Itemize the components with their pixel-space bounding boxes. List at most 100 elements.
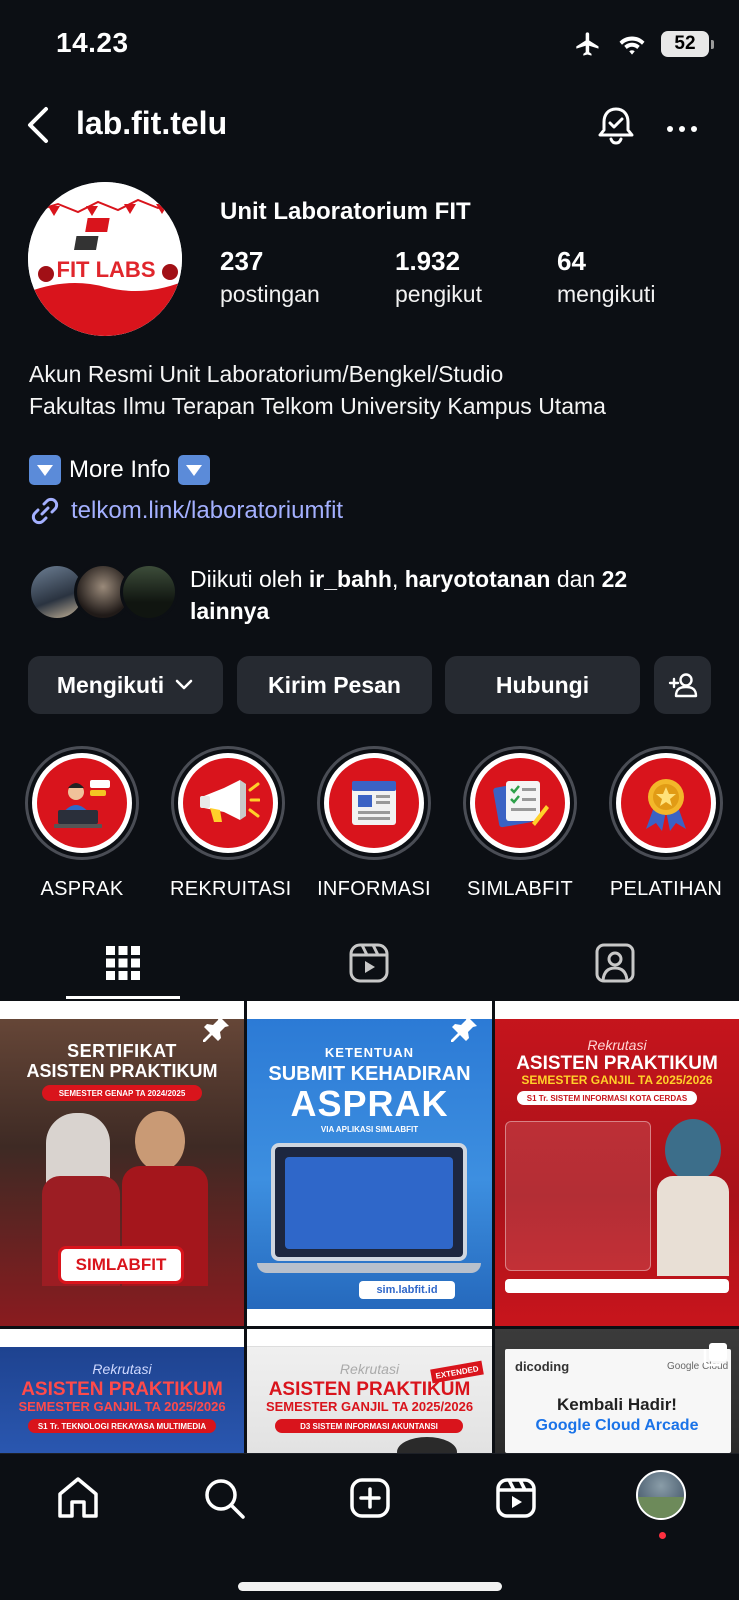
profile-link-text: telkom.link/laboratoriumfit bbox=[71, 497, 344, 524]
highlight-ring bbox=[171, 746, 285, 860]
followed-mid: dan bbox=[550, 566, 602, 592]
post-header-strip bbox=[495, 1001, 739, 1019]
post-cta: sim.labfit.id bbox=[359, 1281, 455, 1299]
bio-line-1: Akun Resmi Unit Laboratorium/Bengkel/Stu… bbox=[29, 361, 504, 387]
post-subtitle: VIA APLIKASI SIMLABFIT bbox=[320, 1125, 419, 1134]
post-thumbnail[interactable]: Rekrutasi ASISTEN PRAKTIKUM SEMESTER GAN… bbox=[495, 1001, 739, 1326]
reels-tab-icon[interactable] bbox=[344, 938, 394, 988]
followed-prefix: Diikuti oleh bbox=[190, 566, 309, 592]
highlight-label: PELATIHAN bbox=[609, 878, 723, 900]
profile-display-name: Unit Laboratorium FIT bbox=[220, 198, 471, 225]
stat-posts[interactable]: 237 postingan bbox=[220, 246, 320, 308]
post-header-strip bbox=[247, 1329, 492, 1347]
link-icon bbox=[31, 497, 59, 525]
followed-count: 22 bbox=[601, 566, 628, 592]
post-title-line: Rekrutasi bbox=[587, 1037, 647, 1053]
contact-button[interactable]: Hubungi bbox=[445, 656, 640, 714]
more-info-line: More Info bbox=[29, 455, 211, 485]
following-button-label: Mengikuti bbox=[56, 671, 165, 698]
post-person-figure bbox=[657, 1176, 729, 1276]
post-person-figure bbox=[135, 1111, 185, 1171]
post-cta: SIMLABFIT bbox=[58, 1246, 184, 1284]
highlight-asprak[interactable]: ASPRAK bbox=[24, 746, 140, 901]
profile-link[interactable]: telkom.link/laboratoriumfit bbox=[29, 495, 343, 527]
stat-followers-label: pengikut bbox=[395, 281, 482, 307]
bottom-navigation bbox=[0, 1453, 739, 1600]
highlight-informasi[interactable]: INFORMASI bbox=[316, 746, 432, 901]
stat-followers-count: 1.932 bbox=[395, 246, 461, 276]
down-triangle-icon bbox=[178, 455, 211, 485]
bio-line-2: Fakultas Ilmu Terapan Telkom University … bbox=[29, 393, 606, 419]
send-message-button[interactable]: Kirim Pesan bbox=[237, 656, 432, 714]
post-header-strip bbox=[0, 1329, 244, 1347]
pinned-icon bbox=[203, 1016, 229, 1042]
following-button[interactable]: Mengikuti bbox=[28, 656, 223, 714]
search-icon[interactable] bbox=[198, 1472, 250, 1524]
post-title-line: ASISTEN PRAKTIKUM bbox=[516, 1053, 718, 1074]
post-person-figure bbox=[665, 1119, 721, 1181]
profile-username: lab.fit.telu bbox=[76, 105, 228, 141]
highlight-label: SIMLABFIT bbox=[466, 878, 574, 900]
highlight-pelatihan[interactable]: PELATIHAN bbox=[608, 746, 724, 901]
post-person-figure bbox=[397, 1437, 457, 1453]
notification-dot bbox=[659, 1532, 666, 1539]
send-message-button-label: Kirim Pesan bbox=[268, 671, 401, 698]
post-title-line: ASPRAK bbox=[290, 1083, 449, 1124]
stat-followers[interactable]: 1.932 pengikut bbox=[395, 246, 482, 308]
grid-tab-icon[interactable] bbox=[98, 938, 148, 988]
highlight-ring bbox=[25, 746, 139, 860]
highlight-ring bbox=[317, 746, 431, 860]
profile-tabs bbox=[0, 920, 739, 1000]
post-title-line: Google Cloud Arcade bbox=[535, 1417, 699, 1434]
post-title-line: ASISTEN PRAKTIKUM bbox=[268, 1379, 471, 1400]
follower-avatar bbox=[120, 563, 178, 621]
wifi-icon bbox=[619, 36, 645, 55]
create-post-icon[interactable] bbox=[344, 1472, 396, 1524]
add-person-icon bbox=[668, 673, 697, 698]
add-user-button[interactable] bbox=[654, 656, 711, 714]
award-medal-icon bbox=[646, 779, 686, 831]
battery-level: 52 bbox=[674, 33, 696, 54]
post-brand-dicoding: dicoding bbox=[515, 1359, 570, 1374]
reels-icon[interactable] bbox=[490, 1472, 542, 1524]
tagged-tab-icon[interactable] bbox=[590, 938, 640, 988]
notification-bell-icon[interactable] bbox=[592, 101, 640, 149]
multiple-posts-icon bbox=[703, 1343, 727, 1367]
post-subtitle: D3 SISTEM INFORMASI AKUNTANSI bbox=[275, 1419, 463, 1433]
post-subtitle: SEMESTER GENAP TA 2024/2025 bbox=[42, 1085, 202, 1101]
stat-posts-label: postingan bbox=[220, 281, 320, 307]
more-options-icon[interactable] bbox=[660, 101, 704, 149]
avatar-logo-text: FIT LABS bbox=[57, 257, 156, 282]
followed-suffix: lainnya bbox=[190, 598, 270, 624]
laptop-user-icon bbox=[54, 780, 110, 828]
post-thumbnail[interactable]: Rekrutasi ASISTEN PRAKTIKUM SEMESTER GAN… bbox=[247, 1329, 492, 1453]
highlight-rekruitasi[interactable]: REKRUITASI bbox=[170, 746, 291, 901]
back-arrow-icon[interactable] bbox=[18, 103, 58, 147]
post-title-line: SEMESTER GANJIL TA 2025/2026 bbox=[18, 1399, 226, 1414]
post-requirements-box bbox=[505, 1121, 651, 1271]
followed-user-2: haryototanan bbox=[404, 566, 551, 592]
post-title-line: Kembali Hadir! bbox=[557, 1395, 677, 1414]
home-icon[interactable] bbox=[52, 1472, 104, 1524]
highlight-simlabfit[interactable]: SIMLABFIT bbox=[462, 746, 578, 901]
post-thumbnail[interactable]: KETENTUAN SUBMIT KEHADIRAN ASPRAK VIA AP… bbox=[247, 1001, 492, 1326]
profile-avatar[interactable]: FIT LABS bbox=[28, 182, 182, 336]
post-info-bar bbox=[505, 1279, 729, 1293]
stat-following-count: 64 bbox=[557, 246, 586, 276]
profile-header: lab.fit.telu bbox=[0, 95, 739, 155]
followed-by[interactable]: Diikuti oleh ir_bahh, haryototanan dan 2… bbox=[28, 563, 718, 624]
post-title-line: ASISTEN PRAKTIKUM bbox=[21, 1379, 223, 1400]
stat-following[interactable]: 64 mengikuti bbox=[557, 246, 655, 308]
profile-bio: Akun Resmi Unit Laboratorium/Bengkel/Stu… bbox=[29, 358, 606, 422]
post-thumbnail[interactable]: dicoding Google Cloud Kembali Hadir! Goo… bbox=[495, 1329, 739, 1453]
document-checklist-icon bbox=[493, 781, 549, 828]
status-bar: 14.23 52 bbox=[0, 0, 739, 90]
highlight-ring bbox=[609, 746, 723, 860]
post-thumbnail[interactable]: Rekrutasi ASISTEN PRAKTIKUM SEMESTER GAN… bbox=[0, 1329, 244, 1453]
followed-by-text: Diikuti oleh ir_bahh, haryototanan dan 2… bbox=[190, 563, 710, 627]
stat-posts-count: 237 bbox=[220, 246, 264, 276]
post-thumbnail[interactable]: SERTIFIKAT ASISTEN PRAKTIKUM SEMESTER GE… bbox=[0, 1001, 244, 1326]
post-title-line: ASISTEN PRAKTIKUM bbox=[26, 1061, 218, 1081]
post-title-line: SEMESTER GANJIL TA 2025/2026 bbox=[265, 1399, 474, 1414]
profile-nav-avatar[interactable] bbox=[636, 1470, 686, 1520]
